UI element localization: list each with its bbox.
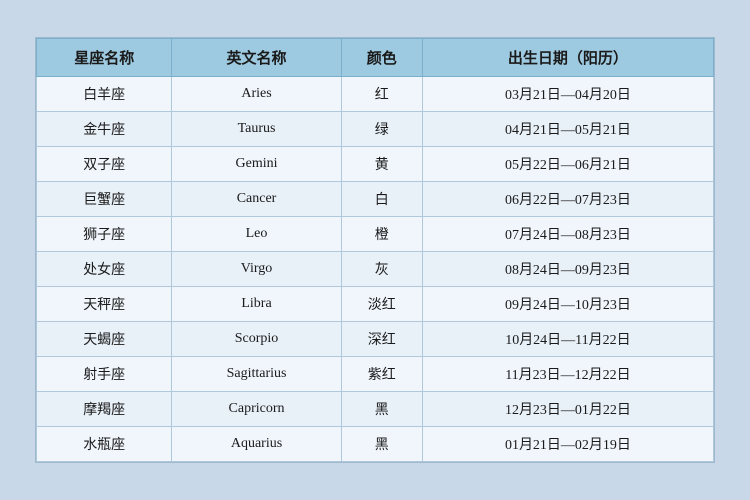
cell-date: 08月24日—09月23日 — [422, 252, 713, 287]
zodiac-table-container: 星座名称 英文名称 颜色 出生日期（阳历） 白羊座Aries红03月21日—04… — [35, 37, 715, 463]
table-header-row: 星座名称 英文名称 颜色 出生日期（阳历） — [37, 39, 714, 77]
cell-color: 灰 — [341, 252, 422, 287]
table-row: 狮子座Leo橙07月24日—08月23日 — [37, 217, 714, 252]
cell-date: 12月23日—01月22日 — [422, 392, 713, 427]
cell-date: 01月21日—02月19日 — [422, 427, 713, 462]
cell-date: 03月21日—04月20日 — [422, 77, 713, 112]
cell-chinese: 处女座 — [37, 252, 172, 287]
header-english: 英文名称 — [172, 39, 341, 77]
cell-date: 11月23日—12月22日 — [422, 357, 713, 392]
cell-chinese: 摩羯座 — [37, 392, 172, 427]
cell-english: Virgo — [172, 252, 341, 287]
cell-date: 10月24日—11月22日 — [422, 322, 713, 357]
table-row: 处女座Virgo灰08月24日—09月23日 — [37, 252, 714, 287]
cell-color: 紫红 — [341, 357, 422, 392]
cell-color: 黄 — [341, 147, 422, 182]
cell-chinese: 水瓶座 — [37, 427, 172, 462]
cell-english: Leo — [172, 217, 341, 252]
table-row: 射手座Sagittarius紫红11月23日—12月22日 — [37, 357, 714, 392]
cell-date: 07月24日—08月23日 — [422, 217, 713, 252]
table-row: 摩羯座Capricorn黑12月23日—01月22日 — [37, 392, 714, 427]
cell-color: 深红 — [341, 322, 422, 357]
table-row: 水瓶座Aquarius黑01月21日—02月19日 — [37, 427, 714, 462]
cell-english: Scorpio — [172, 322, 341, 357]
cell-english: Libra — [172, 287, 341, 322]
cell-color: 绿 — [341, 112, 422, 147]
cell-chinese: 天秤座 — [37, 287, 172, 322]
cell-english: Gemini — [172, 147, 341, 182]
table-row: 金牛座Taurus绿04月21日—05月21日 — [37, 112, 714, 147]
cell-chinese: 射手座 — [37, 357, 172, 392]
cell-color: 红 — [341, 77, 422, 112]
cell-color: 黑 — [341, 427, 422, 462]
cell-english: Capricorn — [172, 392, 341, 427]
cell-chinese: 天蝎座 — [37, 322, 172, 357]
cell-english: Sagittarius — [172, 357, 341, 392]
cell-chinese: 金牛座 — [37, 112, 172, 147]
cell-chinese: 巨蟹座 — [37, 182, 172, 217]
header-chinese: 星座名称 — [37, 39, 172, 77]
cell-english: Aquarius — [172, 427, 341, 462]
cell-english: Taurus — [172, 112, 341, 147]
cell-english: Aries — [172, 77, 341, 112]
table-row: 天蝎座Scorpio深红10月24日—11月22日 — [37, 322, 714, 357]
cell-chinese: 白羊座 — [37, 77, 172, 112]
header-date: 出生日期（阳历） — [422, 39, 713, 77]
cell-color: 橙 — [341, 217, 422, 252]
cell-date: 05月22日—06月21日 — [422, 147, 713, 182]
cell-english: Cancer — [172, 182, 341, 217]
table-row: 双子座Gemini黄05月22日—06月21日 — [37, 147, 714, 182]
cell-date: 06月22日—07月23日 — [422, 182, 713, 217]
header-color: 颜色 — [341, 39, 422, 77]
cell-color: 黑 — [341, 392, 422, 427]
cell-date: 04月21日—05月21日 — [422, 112, 713, 147]
cell-date: 09月24日—10月23日 — [422, 287, 713, 322]
cell-color: 淡红 — [341, 287, 422, 322]
table-row: 白羊座Aries红03月21日—04月20日 — [37, 77, 714, 112]
cell-chinese: 双子座 — [37, 147, 172, 182]
cell-chinese: 狮子座 — [37, 217, 172, 252]
table-row: 巨蟹座Cancer白06月22日—07月23日 — [37, 182, 714, 217]
table-row: 天秤座Libra淡红09月24日—10月23日 — [37, 287, 714, 322]
zodiac-table: 星座名称 英文名称 颜色 出生日期（阳历） 白羊座Aries红03月21日—04… — [36, 38, 714, 462]
cell-color: 白 — [341, 182, 422, 217]
